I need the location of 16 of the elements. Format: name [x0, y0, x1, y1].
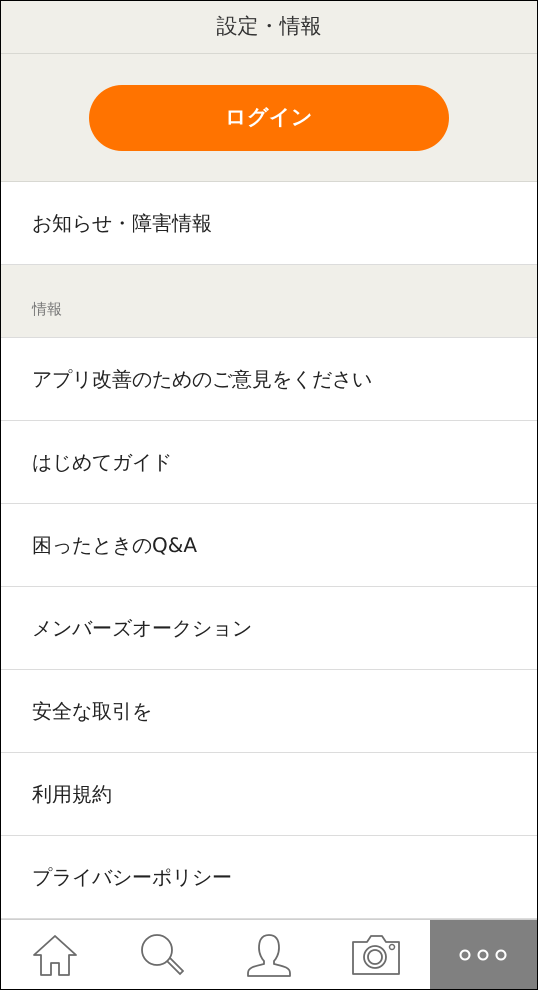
- more-icon: [459, 948, 508, 960]
- menu-item[interactable]: 安全な取引を: [32, 696, 152, 726]
- menu-item[interactable]: プライバシーポリシー: [32, 862, 232, 892]
- menu-item[interactable]: メンバーズオークション: [32, 613, 252, 643]
- menu-item[interactable]: アプリ改善のためのご意見をください: [32, 364, 372, 394]
- home-icon: [32, 934, 78, 976]
- camera-icon: [352, 934, 400, 974]
- menu-item[interactable]: お知らせ・障害情報: [32, 208, 212, 238]
- menu-item[interactable]: はじめてガイド: [32, 447, 172, 477]
- header-title: 設定・情報: [216, 13, 322, 40]
- person-icon: [246, 932, 292, 976]
- section-title: 情報: [32, 298, 62, 320]
- tab-button[interactable]: [430, 920, 537, 989]
- menu-item[interactable]: 困ったときのQ&A: [32, 530, 198, 560]
- search-icon: [140, 932, 184, 976]
- menu-item[interactable]: 利用規約: [32, 779, 112, 809]
